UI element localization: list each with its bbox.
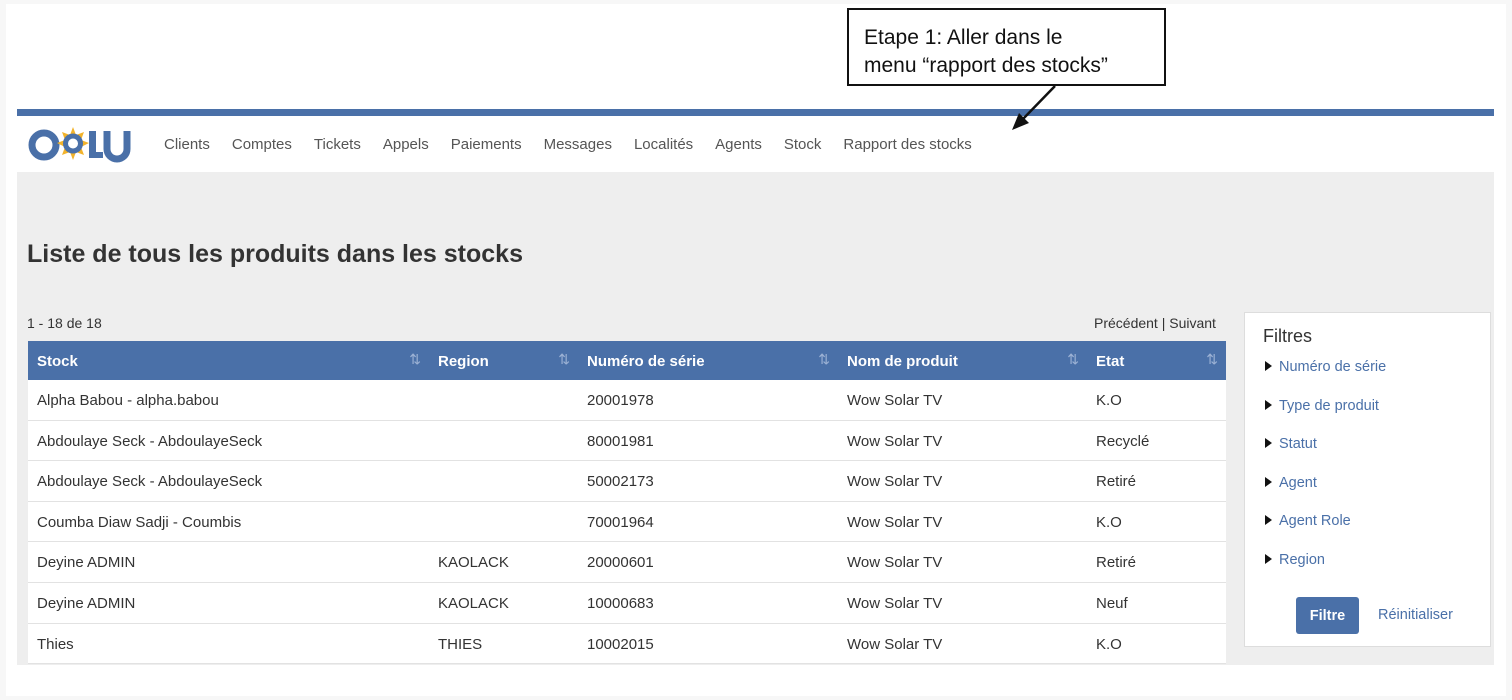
cell-serial: 50002173 [587,473,654,491]
colu-logo-icon [28,127,131,163]
cell-product: Wow Solar TV [847,554,943,572]
column-header-stock[interactable]: Stock ⇅ [28,341,429,380]
table-row[interactable]: Alpha Babou - alpha.babou 20001978 Wow S… [28,380,1226,421]
sort-icon[interactable]: ⇅ [1206,351,1218,368]
filters-title: Filtres [1263,326,1312,346]
cell-stock: Deyine ADMIN [37,594,136,612]
cell-state: K.O [1096,635,1122,653]
table-row[interactable]: Coumba Diaw Sadji - Coumbis 70001964 Wow… [28,501,1226,543]
column-header-region[interactable]: Region ⇅ [429,341,578,380]
cell-serial: 10000683 [587,594,654,612]
cell-state: Recyclé [1096,432,1150,450]
nav-stock[interactable]: Stock [784,136,822,153]
table-row[interactable]: Deyine ADMIN KAOLACK 20000601 Wow Solar … [28,542,1226,583]
cell-serial: 80001981 [587,432,654,450]
colu-logo[interactable] [27,125,139,165]
cell-state: Retiré [1096,554,1137,572]
nav-clients[interactable]: Clients [164,136,210,153]
cell-state: Retiré [1096,473,1137,491]
nav-rapport-des-stocks[interactable]: Rapport des stocks [843,136,971,153]
callout-line-1: Etape 1: Aller dans le [864,26,1063,49]
caret-right-icon [1265,554,1272,564]
filter-agent-role[interactable]: Agent Role [1265,513,1351,529]
filter-button[interactable]: Filtre [1296,597,1359,634]
callout-line-2: menu “rapport des stocks” [864,54,1108,77]
filter-product-type[interactable]: Type de produit [1265,398,1379,414]
cell-product: Wow Solar TV [847,635,943,653]
cell-region [429,421,578,461]
table-row[interactable]: Deyine ADMIN KAOLACK 10000683 Wow Solar … [28,582,1226,624]
column-header-product[interactable]: Nom de produit ⇅ [838,341,1087,380]
nav-paiements[interactable]: Paiements [451,136,522,153]
cell-stock: Abdoulaye Seck - AbdoulayeSeck [37,432,263,450]
reset-link[interactable]: Réinitialiser [1378,607,1453,623]
stock-table: Stock ⇅ Region ⇅ Numéro de série ⇅ Nom de p… [28,341,1226,665]
table-row[interactable]: Abdoulaye Seck - AbdoulayeSeck 80001981 … [28,420,1226,462]
cell-product: Wow Solar TV [847,392,943,409]
cell-product: Wow Solar TV [847,473,943,491]
cell-state: K.O [1096,513,1122,531]
caret-right-icon [1265,438,1272,448]
cell-serial: 10002015 [587,635,654,653]
next-link[interactable]: Suivant [1169,315,1216,331]
filters-panel: Filtres Numéro de série Type de produit … [1244,312,1491,647]
table-row[interactable]: Thies THIES 10002015 Wow Solar TV K.O [28,623,1226,665]
filter-region[interactable]: Region [1265,552,1325,568]
cell-state: Neuf [1096,594,1128,612]
cell-product: Wow Solar TV [847,432,943,450]
caret-right-icon [1265,400,1272,410]
cell-stock: Thies [37,635,74,653]
cell-stock: Alpha Babou - alpha.babou [37,392,219,409]
prev-link[interactable]: Précédent [1094,315,1158,331]
cell-region: THIES [438,635,483,653]
cell-region: KAOLACK [438,554,509,572]
column-header-state[interactable]: Etat ⇅ [1087,341,1226,380]
app-window: Clients Comptes Tickets Appels Paiements… [17,109,1494,665]
nav-localites[interactable]: Localités [634,136,693,153]
sort-icon[interactable]: ⇅ [558,351,570,368]
cell-serial: 20001978 [587,392,654,409]
main-nav: Clients Comptes Tickets Appels Paiements… [164,136,994,153]
sort-icon[interactable]: ⇅ [1067,351,1079,368]
caret-right-icon [1265,515,1272,525]
results-count: 1 - 18 de 18 [27,315,102,331]
pager-separator: | [1161,315,1166,331]
filter-agent[interactable]: Agent [1265,475,1317,491]
cell-region [429,461,578,501]
cell-product: Wow Solar TV [847,513,943,531]
table-header: Stock ⇅ Region ⇅ Numéro de série ⇅ Nom de p… [28,341,1226,380]
nav-tickets[interactable]: Tickets [314,136,361,153]
cell-stock: Abdoulaye Seck - AbdoulayeSeck [37,473,263,491]
sort-icon[interactable]: ⇅ [409,351,421,368]
cell-region [429,380,578,420]
top-accent-bar [17,109,1494,116]
cell-state: K.O [1096,392,1122,409]
navbar: Clients Comptes Tickets Appels Paiements… [17,116,1494,172]
cell-serial: 70001964 [587,513,654,531]
cell-stock: Deyine ADMIN [37,554,136,572]
sun-icon [57,127,89,160]
table-row[interactable]: Abdoulaye Seck - AbdoulayeSeck 50002173 … [28,461,1226,502]
nav-messages[interactable]: Messages [544,136,612,153]
nav-comptes[interactable]: Comptes [232,136,292,153]
filter-serial-number[interactable]: Numéro de série [1265,359,1386,375]
caret-right-icon [1265,361,1272,371]
column-header-serial[interactable]: Numéro de série ⇅ [578,341,838,380]
cell-region [429,502,578,542]
nav-appels[interactable]: Appels [383,136,429,153]
nav-agents[interactable]: Agents [715,136,762,153]
cell-region: KAOLACK [438,594,509,612]
caret-right-icon [1265,477,1272,487]
filter-status[interactable]: Statut [1265,436,1317,452]
cell-serial: 20000601 [587,554,654,572]
pagination: Précédent | Suivant [1094,315,1216,331]
instruction-callout: Etape 1: Aller dans le menu “rapport des… [847,8,1166,86]
sort-icon[interactable]: ⇅ [818,351,830,368]
cell-product: Wow Solar TV [847,594,943,612]
cell-stock: Coumba Diaw Sadji - Coumbis [37,513,242,531]
page-title: Liste de tous les produits dans les stoc… [27,240,523,268]
